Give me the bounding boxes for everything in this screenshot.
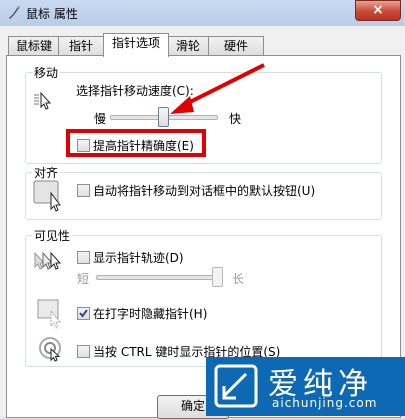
snap-checkbox[interactable] <box>77 184 90 197</box>
motion-group-label: 移动 <box>32 64 61 81</box>
trail-long-label: 长 <box>232 272 245 286</box>
snap-label[interactable]: 自动将指针移动到对话框中的默认按钮(U) <box>93 182 315 199</box>
hide-pointer-icon <box>37 299 62 329</box>
speed-slow-label: 慢 <box>94 112 107 126</box>
visibility-group-label: 可见性 <box>32 227 73 244</box>
annotation-arrow-icon <box>170 63 265 114</box>
trails-checkbox[interactable] <box>77 251 90 264</box>
tab-hardware[interactable]: 硬件 <box>208 36 264 56</box>
pointer-speed-icon <box>34 91 52 110</box>
tab-pointers[interactable]: 指针 <box>58 36 104 56</box>
window-title: 鼠标 属性 <box>26 7 78 21</box>
trail-length-track[interactable] <box>96 275 219 280</box>
watermark-banner: 爱纯净 aichunjing.com <box>206 357 405 416</box>
watermark-url: aichunjing.com <box>272 396 378 410</box>
aichunjing-logo-icon <box>214 364 258 408</box>
trail-length-thumb[interactable] <box>212 267 223 287</box>
mouse-pointer-icon <box>9 6 20 19</box>
annotation-highlight-box <box>66 129 206 157</box>
tab-buttons[interactable]: 鼠标键 <box>8 36 60 56</box>
hide-pointer-checkbox[interactable] <box>77 307 90 320</box>
ctrl-locate-icon <box>39 337 61 362</box>
tab-pointer-options[interactable]: 指针选项 <box>103 33 169 57</box>
tab-wheel[interactable]: 滑轮 <box>167 36 209 56</box>
snap-to-button-icon <box>33 180 61 212</box>
title-bar: 鼠标 属性 × <box>0 0 405 26</box>
checkmark-icon <box>79 309 88 318</box>
hide-pointer-label[interactable]: 在打字时隐藏指针(H) <box>93 305 207 322</box>
snap-group-label: 对齐 <box>32 164 61 181</box>
trail-short-label: 短 <box>77 272 90 286</box>
trails-label[interactable]: 显示指针轨迹(D) <box>93 249 184 266</box>
pointer-trails-icon <box>34 251 62 270</box>
ctrl-checkbox[interactable] <box>77 345 90 358</box>
close-button[interactable]: × <box>355 0 401 21</box>
